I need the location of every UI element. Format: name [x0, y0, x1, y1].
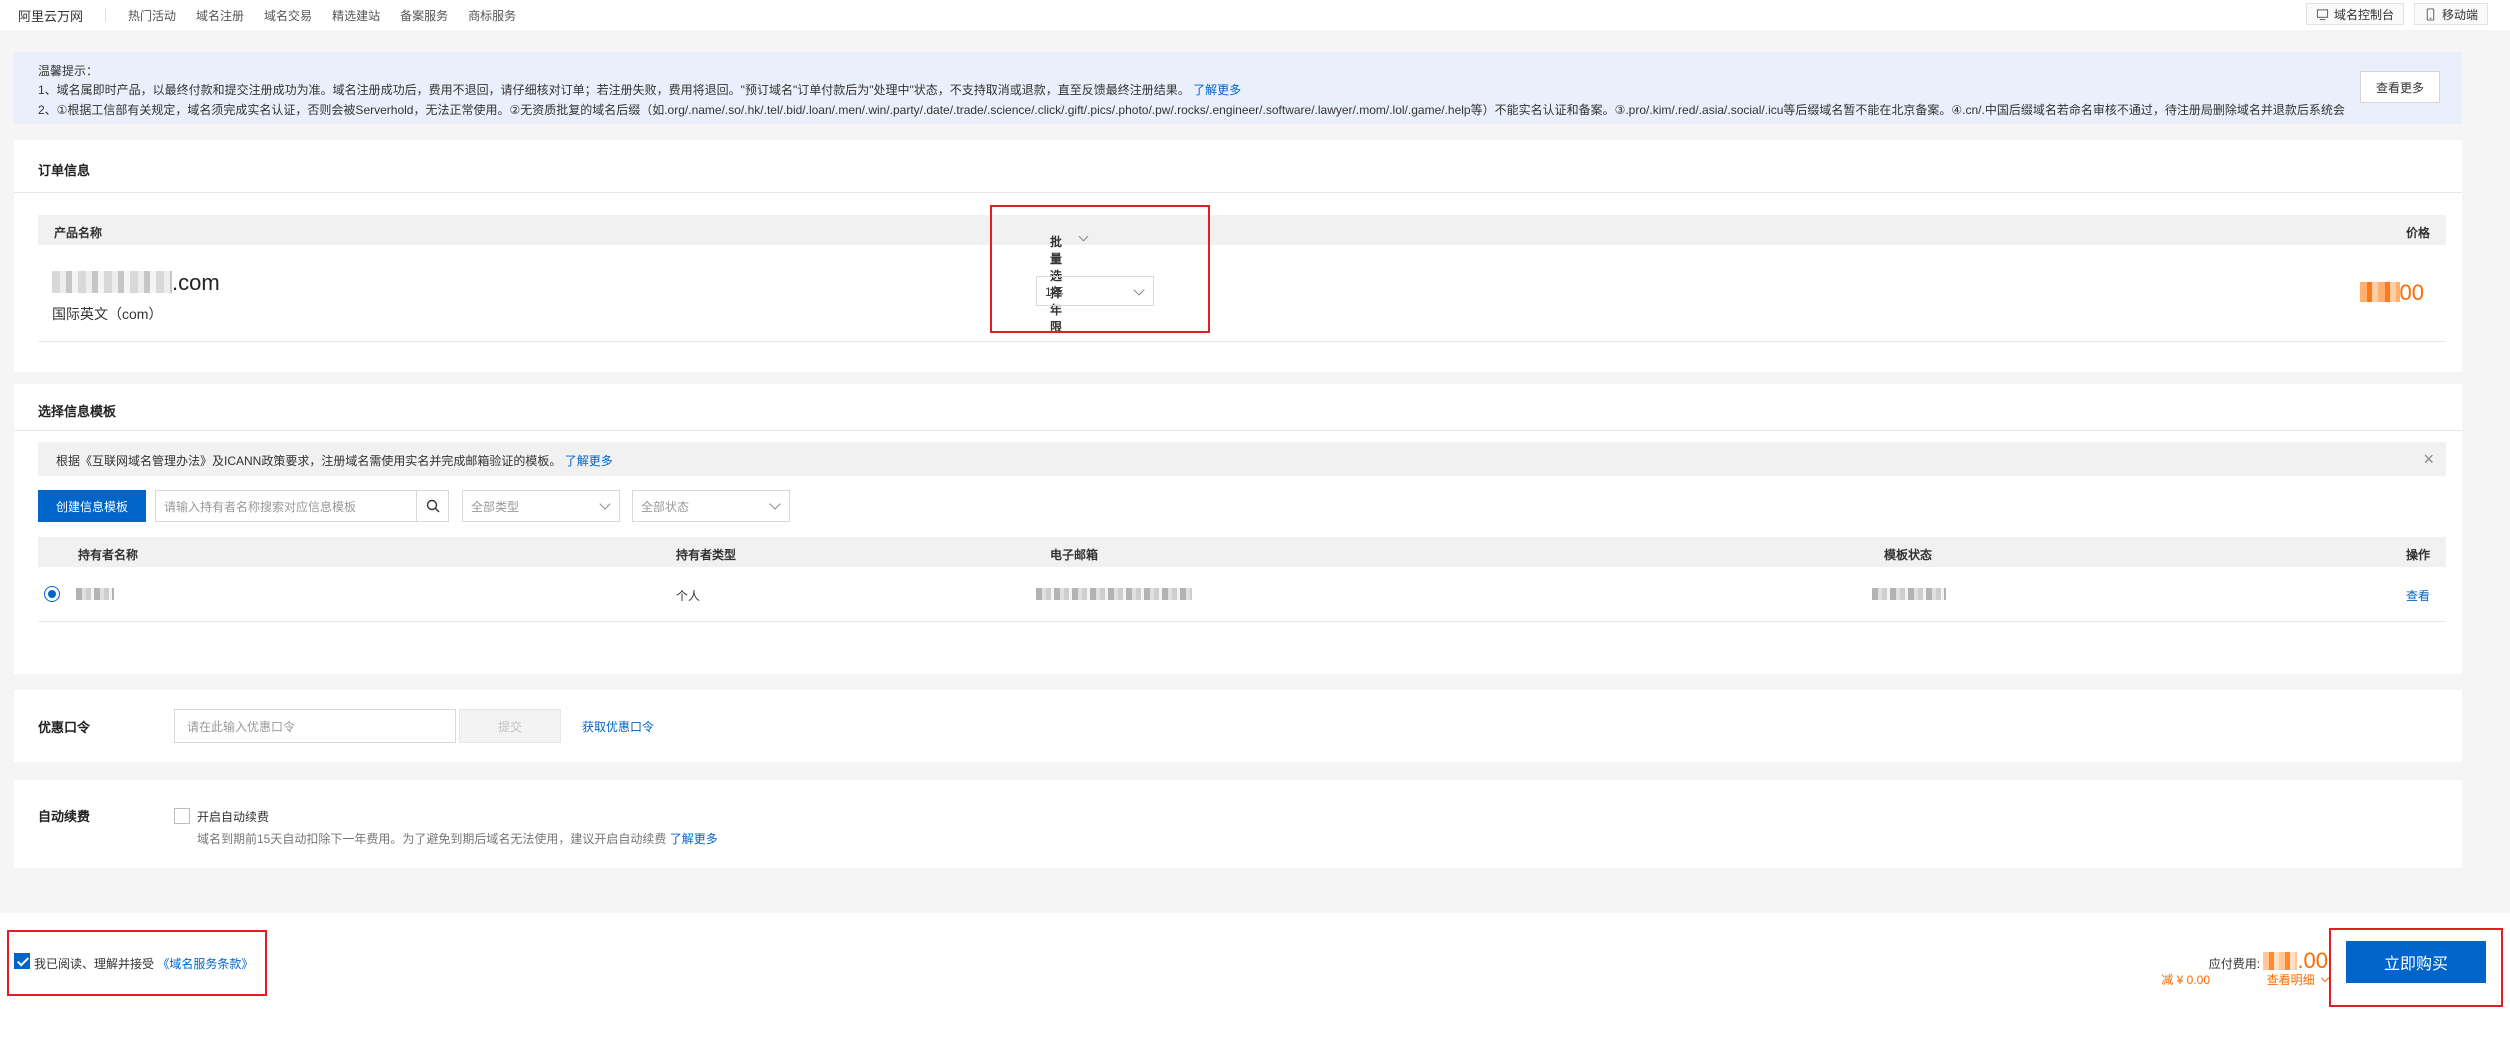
domain-suffix: .com [172, 270, 220, 295]
notice-line-2: 2、①根据工信部有关规定，域名须完成实名认证，否则会被Serverhold，无法… [38, 103, 2345, 117]
auto-renew-hint-text: 域名到期前15天自动扣除下一年费用。为了避免到期后域名无法使用，建议开启自动续费 [197, 832, 667, 846]
coupon-input[interactable]: 请在此输入优惠口令 [174, 709, 456, 743]
status-filter-value: 全部状态 [641, 499, 690, 514]
status-filter-select[interactable]: 全部状态 [632, 490, 790, 522]
order-info-title: 订单信息 [38, 163, 91, 178]
highlight-box-buy [2329, 928, 2503, 1007]
order-table-header: 产品名称 批量选择年限 价格 [38, 215, 2446, 334]
mobile-button[interactable]: 移动端 [2413, 3, 2488, 25]
top-bar: 阿里云万网 热门活动 域名注册 域名交易 精选建站 备案服务 商标服务 域名控制… [0, 0, 2510, 30]
domain-console-label: 域名控制台 [2333, 7, 2394, 22]
divider [14, 192, 2462, 193]
domain-name-redacted [52, 271, 172, 293]
domain-console-button[interactable]: 域名控制台 [2305, 3, 2404, 25]
get-coupon-link[interactable]: 获取优惠口令 [582, 718, 654, 735]
order-info-panel: 订单信息 产品名称 批量选择年限 价格 .com 国际英文（com） 1年 00 [14, 140, 2462, 372]
col-product-name: 产品名称 [54, 226, 103, 240]
search-icon [426, 499, 439, 513]
domain-name: .com [52, 270, 220, 296]
coupon-panel: 优惠口令 请在此输入优惠口令 提交 获取优惠口令 [14, 690, 2462, 762]
holder-search-input[interactable]: 请输入持有者名称搜索对应信息模板 [155, 490, 417, 522]
chevron-down-icon [599, 498, 611, 510]
nav-domain-trade[interactable]: 域名交易 [264, 7, 312, 24]
divider [14, 430, 2462, 431]
notice-learn-more-link[interactable]: 了解更多 [1193, 83, 1241, 97]
type-filter-select[interactable]: 全部类型 [462, 490, 620, 522]
view-more-button[interactable]: 查看更多 [2360, 71, 2440, 103]
notice-line-1-text: 1、域名属即时产品，以最终付款和提交注册成功为准。域名注册成功后，费用不退回，请… [38, 83, 1190, 97]
domain-type: 国际英文（com） [52, 306, 163, 322]
chevron-down-icon [769, 498, 781, 510]
view-details-link[interactable]: 查看明细 [2266, 971, 2330, 988]
view-details-label: 查看明细 [2266, 973, 2315, 987]
price-suffix: 00 [2399, 280, 2424, 305]
coupon-submit-button[interactable]: 提交 [459, 709, 561, 743]
phone-icon [2426, 7, 2435, 21]
auto-renew-learn-more-link[interactable]: 了解更多 [670, 832, 718, 846]
brand-logo[interactable]: 阿里云万网 [18, 6, 83, 25]
info-template-panel: 选择信息模板 根据《互联网域名管理办法》及ICANN政策要求，注册域名需使用实名… [14, 384, 2462, 674]
auto-renew-hint: 域名到期前15天自动扣除下一年费用。为了避免到期后域名无法使用，建议开启自动续费… [197, 830, 718, 847]
auto-renew-panel: 自动续费 开启自动续费 域名到期前15天自动扣除下一年费用。为了避免到期后域名无… [14, 780, 2462, 868]
template-tip: 根据《互联网域名管理办法》及ICANN政策要求，注册域名需使用实名并完成邮箱验证… [56, 452, 613, 469]
holder-name-redacted [76, 588, 114, 600]
nav-trademark[interactable]: 商标服务 [468, 7, 516, 24]
auto-renew-label: 自动续费 [38, 809, 91, 824]
template-learn-more-link[interactable]: 了解更多 [565, 454, 613, 468]
create-template-button[interactable]: 创建信息模板 [38, 490, 146, 522]
col-actions: 操作 [2405, 548, 2430, 562]
payable-label: 应付费用: [2208, 957, 2261, 971]
mobile-label: 移动端 [2441, 7, 2478, 22]
type-filter-value: 全部类型 [471, 499, 520, 514]
payable-suffix: .00 [2297, 948, 2328, 973]
nav-icp-service[interactable]: 备案服务 [400, 7, 448, 24]
auto-renew-checkbox-label: 开启自动续费 [197, 810, 270, 824]
payable-redacted [2263, 952, 2298, 970]
price-redacted [2359, 282, 2400, 302]
col-email: 电子邮箱 [1050, 548, 1099, 562]
notice-banner: 温馨提示： 1、域名属即时产品，以最终付款和提交注册成功为准。域名注册成功后，费… [14, 52, 2462, 124]
close-icon[interactable]: × [2423, 450, 2434, 468]
nav-site-building[interactable]: 精选建站 [332, 7, 380, 24]
chevron-down-icon [2320, 973, 2330, 983]
holder-type-cell: 个人 [676, 589, 701, 603]
template-tip-text: 根据《互联网域名管理办法》及ICANN政策要求，注册域名需使用实名并完成邮箱验证… [56, 454, 562, 468]
info-template-title: 选择信息模板 [38, 404, 117, 419]
nav-hot-activities[interactable]: 热门活动 [128, 7, 176, 24]
top-nav: 热门活动 域名注册 域名交易 精选建站 备案服务 商标服务 [128, 7, 516, 24]
view-template-link[interactable]: 查看 [2406, 587, 2430, 604]
discount-amount: 减 ¥ 0.00 [2161, 973, 2210, 987]
monitor-icon [2316, 8, 2329, 20]
col-holder-name: 持有者名称 [78, 548, 139, 562]
col-price: 价格 [2405, 226, 2430, 240]
highlight-box-years [990, 205, 1210, 333]
col-template-status: 模板状态 [1884, 548, 1933, 562]
search-button[interactable] [417, 490, 449, 522]
highlight-box-agree [7, 930, 267, 996]
domain-price: 00 [2359, 280, 2424, 306]
template-radio-selected[interactable] [44, 586, 60, 602]
notice-line-1: 1、域名属即时产品，以最终付款和提交注册成功为准。域名注册成功后，费用不退回，请… [38, 81, 1241, 98]
checkout-bar: 我已阅读、理解并接受 《域名服务条款》 应付费用: .00 减 ¥ 0.00 查… [0, 913, 2510, 1050]
coupon-label: 优惠口令 [38, 720, 91, 735]
col-holder-type: 持有者类型 [676, 548, 737, 562]
brand-divider [105, 8, 107, 22]
divider [38, 341, 2446, 342]
template-tip-bar: 根据《互联网域名管理办法》及ICANN政策要求，注册域名需使用实名并完成邮箱验证… [38, 442, 2446, 476]
nav-domain-register[interactable]: 域名注册 [196, 7, 244, 24]
notice-title: 温馨提示： [38, 64, 99, 78]
divider [38, 621, 2446, 622]
template-status-redacted [1872, 588, 1946, 600]
email-redacted [1036, 588, 1192, 600]
template-table-header: 持有者名称 持有者类型 电子邮箱 模板状态 操作 [38, 537, 2446, 567]
auto-renew-checkbox[interactable] [174, 808, 190, 824]
